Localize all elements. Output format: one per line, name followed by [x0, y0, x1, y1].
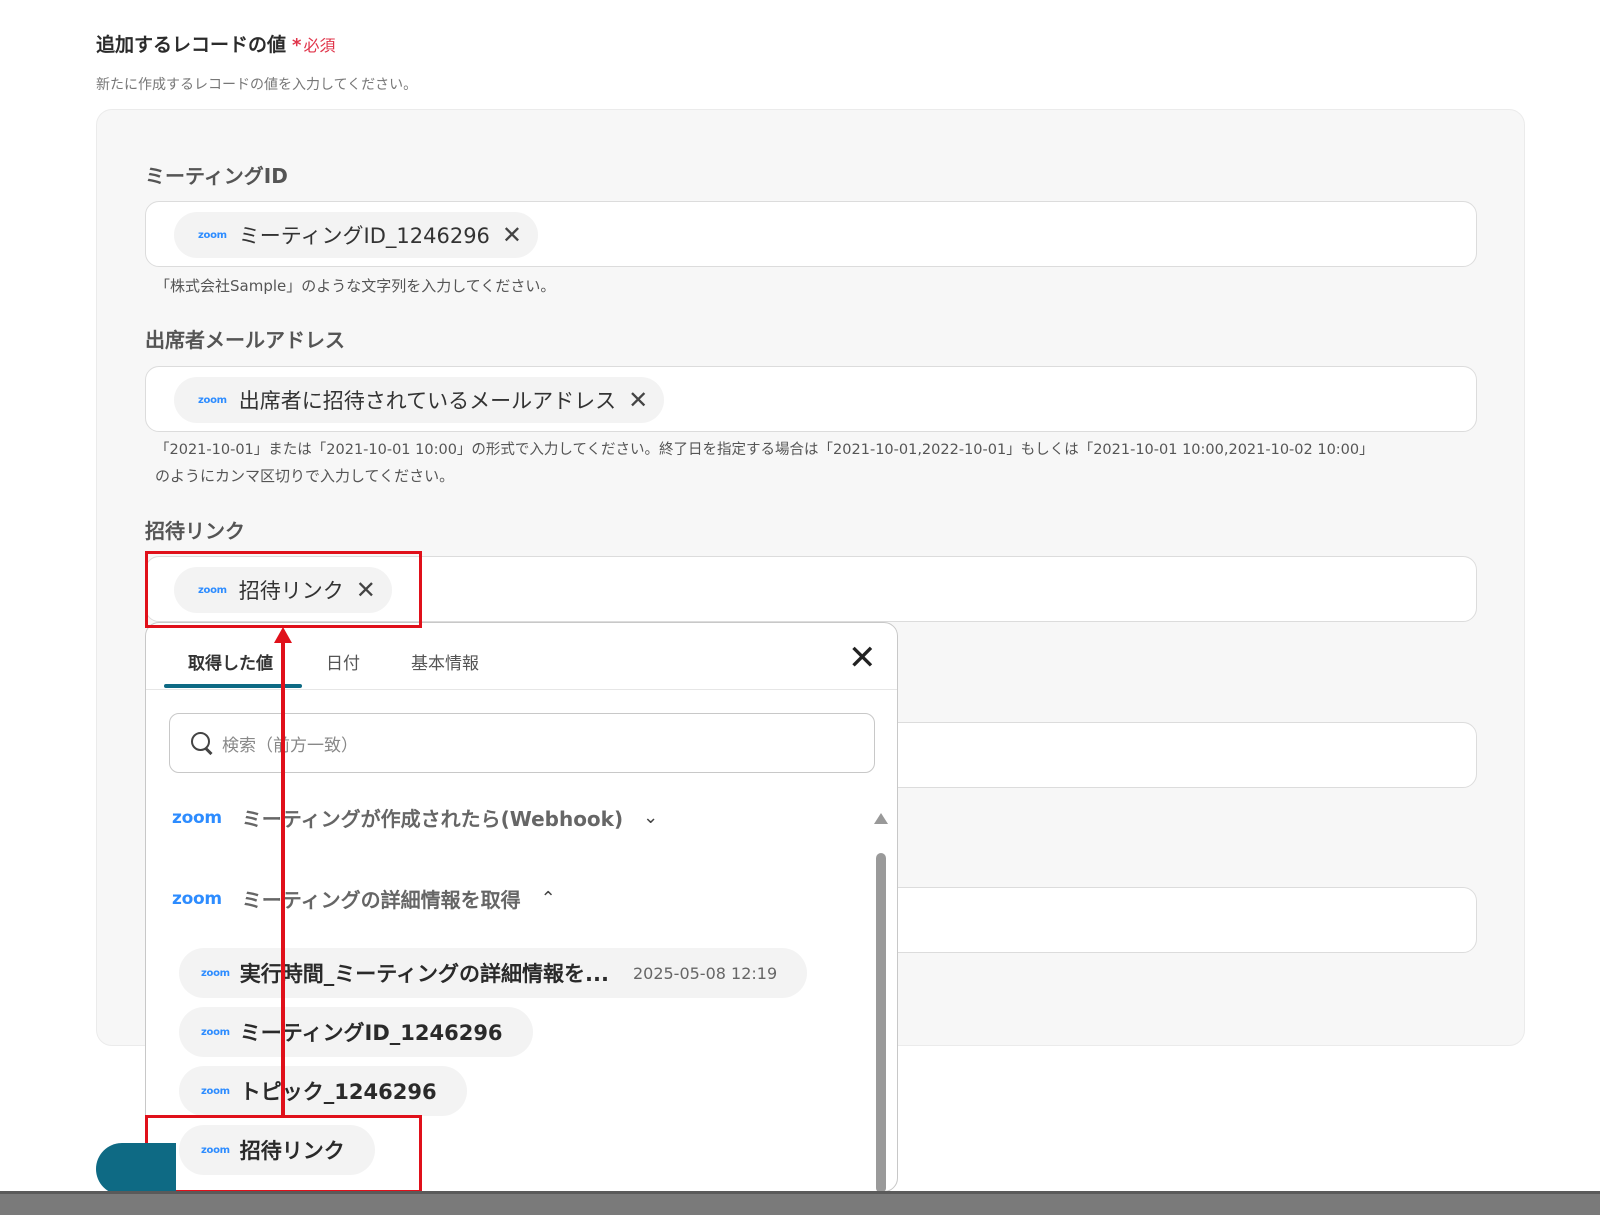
group-title: ミーティングが作成されたら(Webhook) [241, 807, 624, 831]
tab-acquired-values[interactable]: 取得した値 [188, 649, 273, 674]
search-placeholder: 検索（前方一致） [222, 735, 358, 756]
item-value: 2025-05-08 12:19 [632, 963, 778, 983]
bottom-scrollbar[interactable] [0, 1191, 1600, 1215]
zoom-logo-icon: zoom [201, 1085, 230, 1097]
list-item[interactable]: zoom ミーティングID_1246296 [179, 1007, 533, 1057]
field-input-meeting-id[interactable]: zoom ミーティングID_1246296 ✕ [145, 201, 1477, 267]
chevron-up-icon: ⌃ [540, 888, 556, 909]
zoom-logo-icon: zoom [172, 807, 222, 828]
field-label-attendee-email: 出席者メールアドレス [145, 328, 345, 352]
item-label: トピック_1246296 [239, 1080, 437, 1104]
section-title-text: 追加するレコードの値 [96, 34, 287, 56]
zoom-logo-icon: zoom [198, 394, 227, 406]
variable-pill[interactable]: zoom ミーティングID_1246296 ✕ [174, 212, 539, 258]
zoom-logo-icon: zoom [198, 229, 227, 241]
pill-label: 出席者に招待されているメールアドレス [238, 389, 617, 413]
search-input[interactable]: 検索（前方一致） [169, 713, 875, 773]
item-label: ミーティングID_1246296 [239, 1021, 503, 1045]
field-label-meeting-id: ミーティングID [145, 164, 288, 188]
list-item[interactable]: zoom 実行時間_ミーティングの詳細情報を... 2025-05-08 12:… [179, 948, 808, 998]
variable-picker-dropdown: 取得した値 日付 基本情報 ✕ 検索（前方一致） zoom ミーティングが作成さ… [145, 622, 898, 1192]
zoom-logo-icon: zoom [201, 1026, 230, 1038]
section-description: 新たに作成するレコードの値を入力してください。 [96, 77, 418, 93]
field-input-attendee-email[interactable]: zoom 出席者に招待されているメールアドレス ✕ [145, 366, 1477, 432]
scrollbar-thumb[interactable] [876, 853, 886, 1191]
highlight-box-target [145, 551, 422, 628]
close-icon[interactable]: ✕ [848, 641, 877, 675]
close-icon[interactable]: ✕ [628, 388, 648, 412]
zoom-logo-icon: zoom [172, 888, 222, 909]
item-label: 実行時間_ミーティングの詳細情報を... [239, 962, 609, 986]
submit-button[interactable] [96, 1143, 176, 1195]
group-header-webhook[interactable]: zoom ミーティングが作成されたら(Webhook) ⌄ [172, 803, 658, 832]
variable-pill[interactable]: zoom 出席者に招待されているメールアドレス ✕ [174, 377, 665, 423]
tab-divider [146, 689, 897, 690]
annotation-arrow-head [274, 627, 292, 643]
help-line: のようにカンマ区切りで入力してください。 [155, 467, 455, 485]
chevron-down-icon: ⌄ [643, 807, 659, 828]
search-icon [190, 731, 214, 755]
group-header-meeting-details[interactable]: zoom ミーティングの詳細情報を取得 ⌃ [172, 884, 556, 913]
tab-basic-info[interactable]: 基本情報 [411, 649, 479, 674]
scroll-up-arrow[interactable] [874, 813, 888, 824]
field-label-invite-link: 招待リンク [145, 519, 245, 543]
list-item[interactable]: zoom トピック_1246296 [179, 1066, 467, 1116]
required-star: * [292, 35, 302, 56]
pill-label: ミーティングID_1246296 [238, 224, 490, 248]
section-title: 追加するレコードの値 * 必須 [96, 30, 335, 57]
annotation-arrow-line [281, 640, 285, 1118]
tab-date[interactable]: 日付 [326, 649, 360, 674]
field-help-attendee-email: 「2021-10-01」または「2021-10-01 10:00」の形式で入力し… [155, 437, 1374, 489]
zoom-logo-icon: zoom [201, 967, 230, 979]
field-help-meeting-id: 「株式会社Sample」のような文字列を入力してください。 [155, 277, 556, 295]
close-icon[interactable]: ✕ [502, 223, 522, 247]
required-label: 必須 [303, 36, 336, 55]
help-line: 「2021-10-01」または「2021-10-01 10:00」の形式で入力し… [155, 442, 1374, 458]
highlight-box-source [145, 1115, 422, 1193]
